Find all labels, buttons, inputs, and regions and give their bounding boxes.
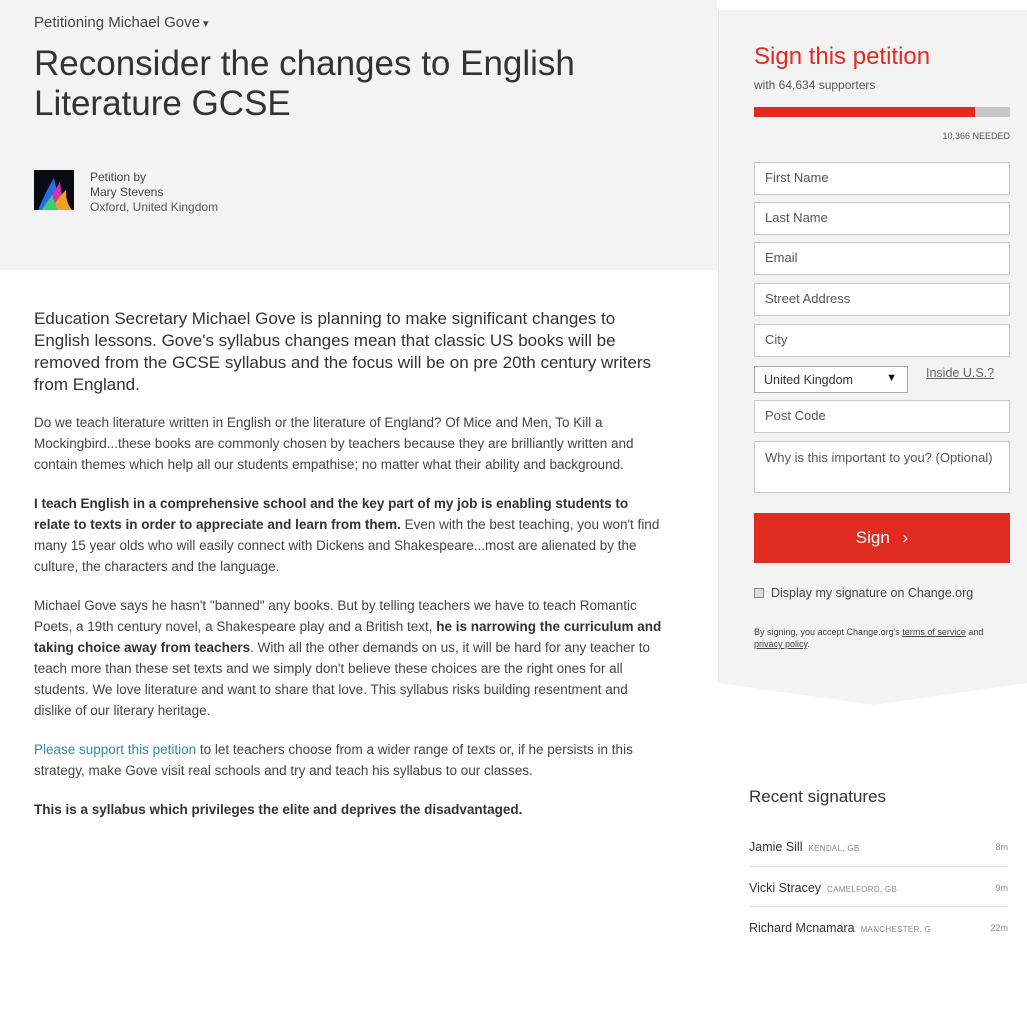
terms-notice: By signing, you accept Change.org's term… (754, 626, 1010, 650)
country-select[interactable]: United Kingdom ▼ (754, 366, 908, 393)
petition-header: Petitioning Michael Gove ▾ Reconsider the… (0, 0, 717, 270)
support-petition-link[interactable]: Please support this petition (34, 742, 196, 757)
signature-row: Vicki Stracey CAMELFORD, GB 9m (749, 866, 1008, 906)
petition-target[interactable]: Petitioning Michael Gove ▾ (34, 14, 208, 31)
signer-name-wrap: Vicki Stracey CAMELFORD, GB (749, 881, 897, 895)
country-select-value[interactable]: United Kingdom (764, 373, 853, 387)
chevron-down-icon[interactable]: ▾ (203, 18, 209, 30)
signer-location: KENDAL, GB (808, 844, 860, 853)
chevron-right-icon[interactable]: › (903, 528, 909, 547)
supporter-count: with 64,634 supporters (754, 78, 876, 92)
body-paragraph-4: Please support this petition to let teac… (34, 739, 664, 781)
body-paragraph-3: Michael Gove says he hasn't "banned" any… (34, 595, 664, 721)
body-paragraph-1: Do we teach literature written in Englis… (34, 415, 634, 472)
reason-textarea[interactable]: Why is this important to you? (Optional) (754, 441, 1010, 493)
page-title: Reconsider the changes to English Litera… (34, 44, 575, 123)
signature-time: 22m (990, 923, 1008, 933)
signature-time: 8m (995, 842, 1008, 852)
terms-and: and (965, 627, 984, 637)
privacy-policy-link[interactable]: privacy policy (754, 639, 807, 649)
inside-us-link[interactable]: Inside U.S.? (926, 366, 994, 380)
signature-row: Richard Mcnamara MANCHESTER, G 22m (749, 906, 1008, 946)
petition-lede: Education Secretary Michael Gove is plan… (34, 309, 652, 394)
recent-signatures-title: Recent signatures (749, 787, 887, 806)
last-name-field[interactable]: Last Name (754, 202, 1010, 235)
terms-text: By signing, you accept Change.org's (754, 627, 903, 637)
email-field[interactable]: Email (754, 242, 1010, 275)
city-field[interactable]: City (754, 324, 1010, 357)
terms-of-service-link[interactable]: terms of service (902, 627, 966, 637)
display-signature-label: Display my signature on Change.org (771, 586, 974, 600)
recent-signatures-list: Jamie Sill KENDAL, GB 8m Vicki Stracey CAM… (749, 826, 1008, 946)
terms-end: . (807, 639, 810, 649)
display-signature-checkbox[interactable] (754, 587, 764, 598)
author-name[interactable]: Mary Stevens (90, 185, 218, 200)
dropdown-arrow-icon[interactable]: ▼ (886, 372, 897, 384)
petition-target-label[interactable]: Petitioning Michael Gove (34, 14, 200, 31)
signature-row: Jamie Sill KENDAL, GB 8m (749, 826, 1008, 866)
author-label: Petition by (90, 170, 147, 184)
street-address-field[interactable]: Street Address (754, 283, 1010, 316)
progress-bar (754, 107, 1010, 117)
author-location: Oxford, United Kingdom (90, 200, 219, 214)
avatar-image (34, 170, 74, 210)
progress-bar-fill (754, 107, 975, 117)
sign-button[interactable]: Sign › (754, 513, 1010, 563)
signer-name-wrap: Richard Mcnamara MANCHESTER, G (749, 921, 931, 935)
petition-body: Education Secretary Michael Gove is plan… (34, 308, 664, 838)
sign-button-label[interactable]: Sign (856, 528, 890, 547)
first-name-field[interactable]: First Name (754, 162, 1010, 195)
signatures-needed: 10,366 NEEDED (942, 131, 1010, 141)
signer-name: Richard Mcnamara (749, 921, 855, 935)
signer-name: Vicki Stracey (749, 881, 822, 895)
signer-location: CAMELFORD, GB (827, 885, 898, 894)
sign-panel-pointer (718, 683, 1027, 705)
body-paragraph-2: I teach English in a comprehensive schoo… (34, 493, 664, 577)
signer-location: MANCHESTER, G (860, 925, 932, 934)
body-paragraph-5-bold: This is a syllabus which privileges the … (34, 802, 523, 817)
sign-panel: Sign this petition with 64,634 supporter… (718, 10, 1027, 683)
sign-title: Sign this petition (754, 43, 931, 70)
avatar (34, 170, 74, 210)
signature-time: 9m (995, 883, 1008, 893)
signer-name: Jamie Sill (749, 840, 803, 854)
signer-name-wrap: Jamie Sill KENDAL, GB (749, 840, 860, 854)
body-paragraph-5: This is a syllabus which privileges the … (34, 799, 664, 820)
display-signature-option[interactable]: Display my signature on Change.org (754, 586, 1010, 600)
author-info: Petition by Mary Stevens Oxford, United … (90, 170, 218, 215)
post-code-field[interactable]: Post Code (754, 400, 1010, 433)
